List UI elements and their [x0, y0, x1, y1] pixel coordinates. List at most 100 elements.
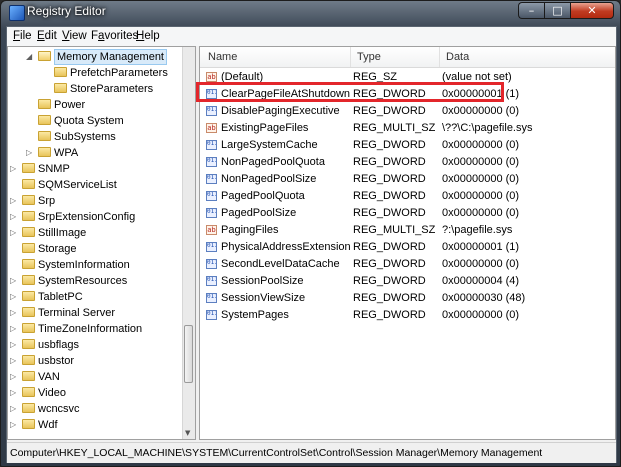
expand-arrow-icon[interactable]: ▷ — [10, 353, 18, 369]
menu-file[interactable]: File — [13, 30, 32, 42]
tree-item[interactable]: ◢ Memory Management — [8, 49, 184, 65]
tree-item[interactable]: ▷ usbflags — [8, 337, 184, 353]
registry-values-list[interactable]: Name Type Data ab (Default) REG_SZ (value n… — [199, 46, 616, 440]
registry-value-row[interactable]: ab PagingFiles REG_MULTI_SZ ?:\pagefile.sys — [200, 222, 615, 239]
title-bar[interactable]: Registry Editor – □ ✕ — [1, 1, 620, 25]
expand-arrow-icon[interactable]: ▷ — [10, 369, 18, 385]
column-header-name[interactable]: Name — [208, 51, 237, 63]
tree-scrollbar-thumb[interactable] — [184, 325, 193, 383]
registry-key-tree[interactable]: ▷ Wdf ▷ wcncsvc ▷ Video ▷ VAN ▷ usbstor ▷ usbflags ▷… — [7, 46, 196, 440]
value-type: REG_DWORD — [353, 190, 426, 202]
tree-item[interactable]: ▷ wcncsvc — [8, 401, 184, 417]
tree-item-label: WPA — [54, 147, 79, 159]
tree-item[interactable]: ▷ Terminal Server — [8, 305, 184, 321]
column-header-type[interactable]: Type — [357, 51, 381, 63]
menu-favorites[interactable]: Favorites — [91, 30, 138, 42]
value-data: 0x00000001 (1) — [442, 241, 520, 253]
tree-item[interactable]: SubSystems — [8, 129, 184, 145]
expand-arrow-icon[interactable]: ▷ — [10, 289, 18, 305]
value-name: DisablePagingExecutive — [221, 105, 340, 117]
expand-arrow-icon[interactable]: ▷ — [10, 305, 18, 321]
tree-item[interactable]: SystemInformation — [8, 257, 184, 273]
value-data: 0x00000000 (0) — [442, 139, 520, 151]
value-data: 0x00000000 (0) — [442, 190, 520, 202]
binary-value-icon: 011 110 — [206, 208, 217, 218]
registry-value-row[interactable]: 011 110 SessionViewSize REG_DWORD 0x0000003… — [200, 290, 615, 307]
menu-bar: File Edit View Favorites Help — [7, 27, 616, 46]
registry-value-row[interactable]: ab ExistingPageFiles REG_MULTI_SZ \??\C:\pa… — [200, 120, 615, 137]
binary-value-icon: 011 110 — [206, 140, 217, 150]
folder-icon — [22, 163, 35, 173]
tree-item[interactable]: ▷ SystemResources — [8, 273, 184, 289]
tree-item[interactable]: ▷ TimeZoneInformation — [8, 321, 184, 337]
tree-item[interactable]: Storage — [8, 241, 184, 257]
expand-arrow-icon[interactable]: ▷ — [26, 145, 34, 161]
registry-value-row[interactable]: 011 110 SystemPages REG_DWORD 0x00000000 (0… — [200, 307, 615, 324]
expand-arrow-icon[interactable]: ▷ — [10, 161, 18, 177]
registry-value-row[interactable]: 011 110 PhysicalAddressExtensionREG_DWORD… — [200, 239, 615, 256]
minimize-button[interactable]: – — [518, 2, 544, 19]
registry-value-row[interactable]: 011 110 LargeSystemCache REG_DWORD 0x000000… — [200, 137, 615, 154]
highlight-annotation-box — [196, 82, 504, 102]
string-value-icon: ab — [206, 225, 217, 235]
column-divider[interactable] — [350, 47, 351, 67]
expand-arrow-icon[interactable]: ▷ — [10, 401, 18, 417]
folder-icon — [22, 419, 35, 429]
value-name: SessionPoolSize — [221, 275, 304, 287]
column-divider[interactable] — [439, 47, 440, 67]
registry-value-row[interactable]: 011 110 NonPagedPoolQuota REG_DWORD 0x00000… — [200, 154, 615, 171]
tree-item[interactable]: SQMServiceList — [8, 177, 184, 193]
tree-item-label: SubSystems — [54, 131, 116, 143]
registry-value-row[interactable]: 011 110 DisablePagingExecutive REG_DWORD 0x… — [200, 103, 615, 120]
registry-value-row[interactable]: 011 110 SessionPoolSize REG_DWORD 0x0000000… — [200, 273, 615, 290]
expand-arrow-icon[interactable]: ▷ — [10, 337, 18, 353]
menu-help[interactable]: Help — [136, 30, 160, 42]
value-data: \??\C:\pagefile.sys — [442, 122, 533, 134]
folder-icon — [38, 131, 51, 141]
registry-value-row[interactable]: 011 110 NonPagedPoolSize REG_DWORD 0x000000… — [200, 171, 615, 188]
close-button[interactable]: ✕ — [570, 2, 614, 19]
column-header-data[interactable]: Data — [446, 51, 469, 63]
maximize-button[interactable]: □ — [544, 2, 570, 19]
expand-arrow-icon[interactable]: ▷ — [10, 225, 18, 241]
menu-view[interactable]: View — [62, 30, 87, 42]
tree-scrollbar[interactable]: ▼ — [182, 47, 195, 439]
expand-arrow-icon[interactable]: ▷ — [10, 385, 18, 401]
menu-edit[interactable]: Edit — [37, 30, 57, 42]
tree-item[interactable]: PrefetchParameters — [8, 65, 184, 81]
tree-item[interactable]: ▷ Wdf — [8, 417, 184, 433]
folder-icon — [22, 307, 35, 317]
menu-favorites-post: vorites — [104, 30, 139, 42]
folder-icon — [22, 243, 35, 253]
expand-arrow-icon[interactable]: ▷ — [10, 193, 18, 209]
tree-item[interactable]: ▷ SNMP — [8, 161, 184, 177]
expand-arrow-icon[interactable]: ▷ — [10, 273, 18, 289]
tree-item[interactable]: ▷ Srp — [8, 193, 184, 209]
registry-value-row[interactable]: 011 110 PagedPoolSize REG_DWORD 0x00000000 … — [200, 205, 615, 222]
expand-arrow-icon[interactable]: ▷ — [10, 209, 18, 225]
tree-item[interactable]: StoreParameters — [8, 81, 184, 97]
binary-value-icon: 011 110 — [206, 259, 217, 269]
registry-value-row[interactable]: 011 110 PagedPoolQuota REG_DWORD 0x00000000… — [200, 188, 615, 205]
tree-item[interactable]: Power — [8, 97, 184, 113]
value-data: 0x00000000 (0) — [442, 173, 520, 185]
tree-item[interactable]: ▷ TabletPC — [8, 289, 184, 305]
tree-item[interactable]: ▷ VAN — [8, 369, 184, 385]
tree-item[interactable]: Quota System — [8, 113, 184, 129]
registry-editor-window: Registry Editor – □ ✕ File Edit View Fav… — [0, 0, 621, 467]
expand-arrow-icon[interactable]: ▷ — [10, 321, 18, 337]
tree-item[interactable]: ▷ usbstor — [8, 353, 184, 369]
expand-arrow-icon[interactable]: ▷ — [10, 417, 18, 433]
registry-value-row[interactable]: 011 110 SecondLevelDataCache REG_DWORD 0x00… — [200, 256, 615, 273]
tree-item-label: SQMServiceList — [38, 179, 117, 191]
tree-item[interactable]: ▷ SrpExtensionConfig — [8, 209, 184, 225]
tree-item[interactable]: ▷ StillImage — [8, 225, 184, 241]
folder-icon — [22, 195, 35, 205]
tree-item-label: SNMP — [38, 163, 70, 175]
scroll-down-arrow-icon[interactable]: ▼ — [185, 429, 190, 437]
tree-item[interactable]: ▷ Video — [8, 385, 184, 401]
tree-item-label: PrefetchParameters — [70, 67, 168, 79]
tree-item[interactable]: ▷ WPA — [8, 145, 184, 161]
folder-icon — [38, 51, 51, 61]
collapse-arrow-icon[interactable]: ◢ — [26, 49, 34, 65]
